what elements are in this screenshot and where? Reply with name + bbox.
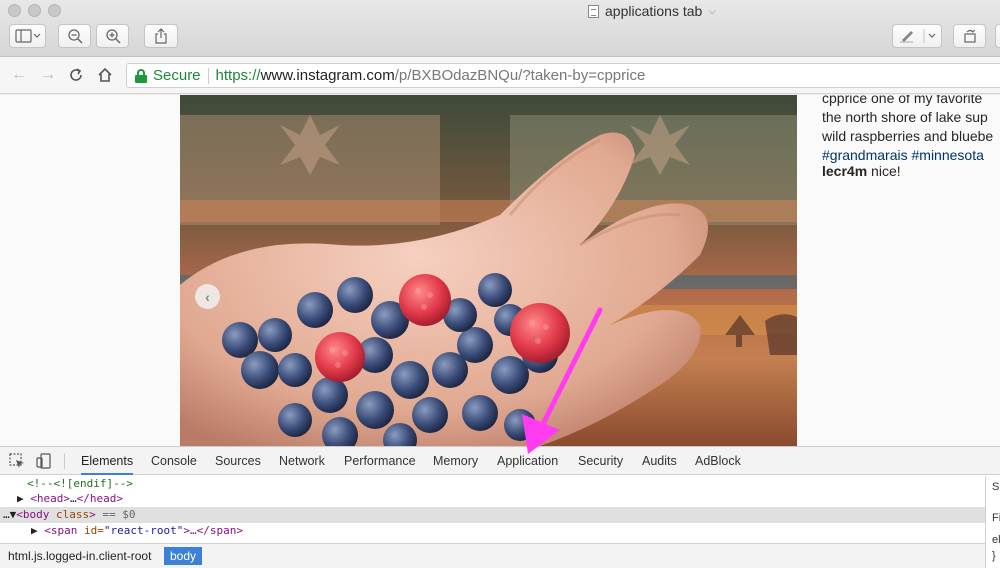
device-mode-icon[interactable]: [36, 453, 52, 469]
dom-node-body[interactable]: …▼<body class> == $0: [0, 507, 985, 523]
dom-tag-end: >: [89, 508, 96, 521]
comment-username[interactable]: lecr4m: [822, 163, 867, 179]
dom-node-comment[interactable]: <!--<![endif]-->: [0, 476, 985, 492]
dom-ellipsis: …: [70, 492, 77, 505]
rotate-icon: [963, 29, 976, 43]
zoom-out-button[interactable]: [58, 24, 91, 48]
devtools-panel: Elements Console Sources Network Perform…: [0, 446, 1000, 568]
dom-node-head[interactable]: ▶ <head>…</head>: [0, 491, 985, 507]
zoom-window-button[interactable]: [48, 4, 61, 17]
zoom-out-icon: [67, 29, 83, 44]
expand-triangle-icon[interactable]: ▶: [17, 492, 24, 505]
web-page: ‹ cpprice one of my favorite the north s…: [0, 95, 1000, 446]
styles-pane-glyph: S: [992, 481, 1000, 493]
url-domain: www.instagram.com: [260, 67, 395, 84]
styles-pane-glyph: }: [992, 550, 996, 562]
url-path: /p/BXBOdazBNQu/?taken-by=cpprice: [394, 67, 646, 84]
lock-icon: [135, 68, 147, 83]
dom-tag: <span: [44, 524, 78, 537]
back-button[interactable]: ←: [9, 65, 29, 85]
annotate-button[interactable]: [892, 24, 942, 48]
rotate-button[interactable]: [953, 24, 986, 48]
browser-window: applications tab ⌵ ← → Secure https:// w…: [0, 0, 1000, 568]
url-separator: [207, 67, 209, 84]
more-dots-icon[interactable]: …: [3, 508, 10, 521]
expand-triangle-icon[interactable]: ▶: [31, 524, 38, 537]
dom-comment-text: <!--<![endif]-->: [27, 477, 133, 490]
tab-sources[interactable]: Sources: [215, 447, 261, 475]
secure-label: Secure: [153, 67, 201, 84]
devtools-tab-separator: [64, 453, 65, 469]
tab-console[interactable]: Console: [151, 447, 197, 475]
url-field[interactable]: Secure https:// www.instagram.com /p/BXB…: [126, 63, 1000, 88]
chevron-left-icon: ‹: [205, 288, 210, 305]
reload-icon: [70, 68, 82, 81]
styles-pane-glyph: Fi: [992, 512, 1000, 524]
dom-selected-marker: == $0: [95, 508, 136, 521]
zoom-in-icon: [105, 29, 121, 44]
chevron-down-icon: ⌵: [708, 5, 716, 17]
dom-node-react-root[interactable]: ▶ <span id="react-root">…</span>: [0, 523, 985, 539]
post-caption: cpprice one of my favorite the north sho…: [822, 95, 1000, 165]
address-bar-row: ← → Secure https:// www.instagram.com /p…: [0, 57, 1000, 94]
inspect-element-icon[interactable]: [9, 453, 25, 469]
title-bar: applications tab ⌵: [0, 0, 1000, 57]
tab-network[interactable]: Network: [279, 447, 325, 475]
dom-attr: class: [49, 508, 90, 521]
sidebar-icon: [14, 29, 40, 43]
comment: lecr4m nice!: [822, 163, 901, 179]
tab-security[interactable]: Security: [578, 447, 623, 475]
window-title-area[interactable]: applications tab ⌵: [588, 2, 716, 20]
tab-audits[interactable]: Audits: [642, 447, 677, 475]
dom-attr-value: "react-root": [103, 524, 184, 537]
home-icon: [98, 67, 112, 82]
caption-line: wild raspberries and bluebe: [822, 128, 994, 144]
tab-elements[interactable]: Elements: [81, 447, 134, 475]
breadcrumb: html.js.logged-in.client-root body: [0, 543, 985, 568]
share-icon: [155, 28, 167, 44]
arrow-right-icon: →: [40, 66, 56, 83]
tab-performance[interactable]: Performance: [344, 447, 416, 475]
arrow-left-icon: ←: [11, 66, 27, 83]
styles-pane[interactable]: S Fi el }: [985, 476, 1000, 568]
url-scheme: https://: [215, 67, 261, 84]
dom-tag: >…</span>: [183, 524, 243, 537]
breadcrumb-html[interactable]: html.js.logged-in.client-root: [2, 547, 157, 565]
dom-tag: <body: [16, 508, 50, 521]
berries-photo-image: [180, 95, 797, 446]
toolbar-overflow-button[interactable]: [995, 24, 1000, 48]
document-icon: [588, 4, 599, 18]
dom-tag: </head>: [76, 492, 123, 505]
dom-tree: <!--<![endif]--> ▶ <head>…</head> …▼<bod…: [0, 476, 985, 541]
reload-button[interactable]: [66, 65, 86, 85]
zoom-in-button[interactable]: [96, 24, 129, 48]
pen-icon: [900, 29, 936, 43]
dom-tag: <head>: [30, 492, 70, 505]
window-title: applications tab: [605, 3, 703, 19]
breadcrumb-body[interactable]: body: [164, 547, 203, 565]
tab-memory[interactable]: Memory: [433, 447, 478, 475]
home-button[interactable]: [95, 65, 115, 85]
dom-attr: id=: [77, 524, 104, 537]
comment-text: nice!: [867, 163, 901, 179]
post-photo[interactable]: [180, 95, 797, 446]
sidebar-toggle-button[interactable]: [9, 24, 46, 48]
caption-line: cpprice one of my favorite: [822, 95, 983, 106]
tab-application[interactable]: Application: [497, 447, 558, 475]
styles-pane-glyph: el: [992, 534, 1000, 546]
close-window-button[interactable]: [8, 4, 21, 17]
caption-line: the north shore of lake sup: [822, 109, 988, 125]
share-button[interactable]: [144, 24, 178, 48]
forward-button[interactable]: →: [38, 65, 58, 85]
minimize-window-button[interactable]: [28, 4, 41, 17]
previous-photo-button[interactable]: ‹: [195, 284, 220, 309]
devtools-tab-bar: Elements Console Sources Network Perform…: [0, 447, 1000, 475]
tab-adblock[interactable]: AdBlock: [695, 447, 741, 475]
